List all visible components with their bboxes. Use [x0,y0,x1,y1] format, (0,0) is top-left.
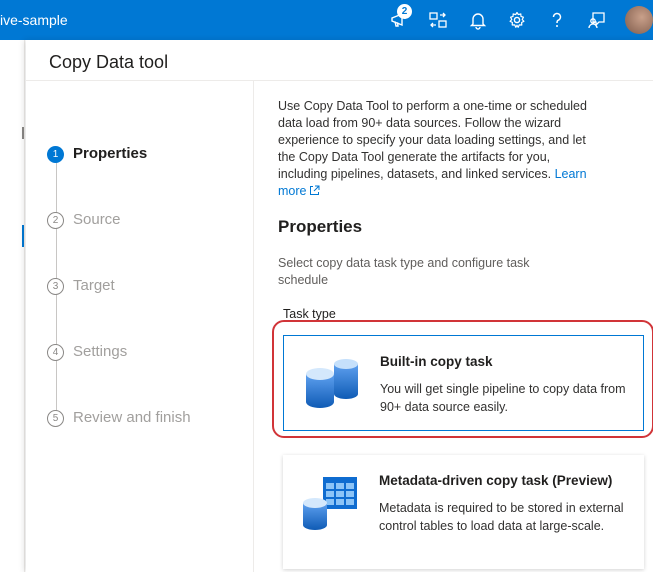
step-number: 3 [47,278,64,295]
notification-count-badge: 2 [397,4,412,19]
metadata-driven-copy-task-card[interactable]: Metadata-driven copy task (Preview) Meta… [283,455,644,569]
section-title: Properties [278,217,363,236]
card-title: Metadata-driven copy task (Preview) [379,473,613,488]
step-number: 5 [47,410,64,427]
card-description: Metadata is required to be stored in ext… [379,501,624,533]
copy-data-tool-panel: Copy Data tool 1 Properties 2 Source 3 T… [26,40,653,572]
panel-title: Copy Data tool [49,52,169,72]
step-label: Settings [73,343,128,360]
task-type-label: Task type [283,307,336,321]
avatar[interactable] [625,6,653,34]
metadata-table-icon [301,473,361,533]
intro-body: Use Copy Data Tool to perform a one-time… [278,99,587,181]
app-title: ive-sample [0,12,68,28]
step-label: Source [73,211,121,228]
step-label: Properties [73,145,148,162]
step-label: Review and finish [73,409,191,426]
section-description: Select copy data task type and configure… [278,256,530,287]
wizard-stepper: 1 Properties 2 Source 3 Target 4 Setting… [26,81,254,572]
top-bar: ive-sample 2 [0,0,653,40]
nav-marker [22,127,24,139]
switch-directory-icon[interactable] [428,10,448,30]
left-nav-strip [0,40,25,572]
step-number: 4 [47,344,64,361]
external-link-icon [309,184,320,201]
step-number: 2 [47,212,64,229]
highlight-annotation [272,320,653,438]
bell-icon[interactable] [468,10,488,30]
gear-icon[interactable] [507,10,527,30]
feedback-icon[interactable] [587,10,607,30]
nav-active-marker [22,225,24,247]
step-label: Target [73,277,115,294]
step-number: 1 [47,146,64,163]
help-icon[interactable] [547,10,567,30]
intro-text: Use Copy Data Tool to perform a one-time… [278,98,598,201]
